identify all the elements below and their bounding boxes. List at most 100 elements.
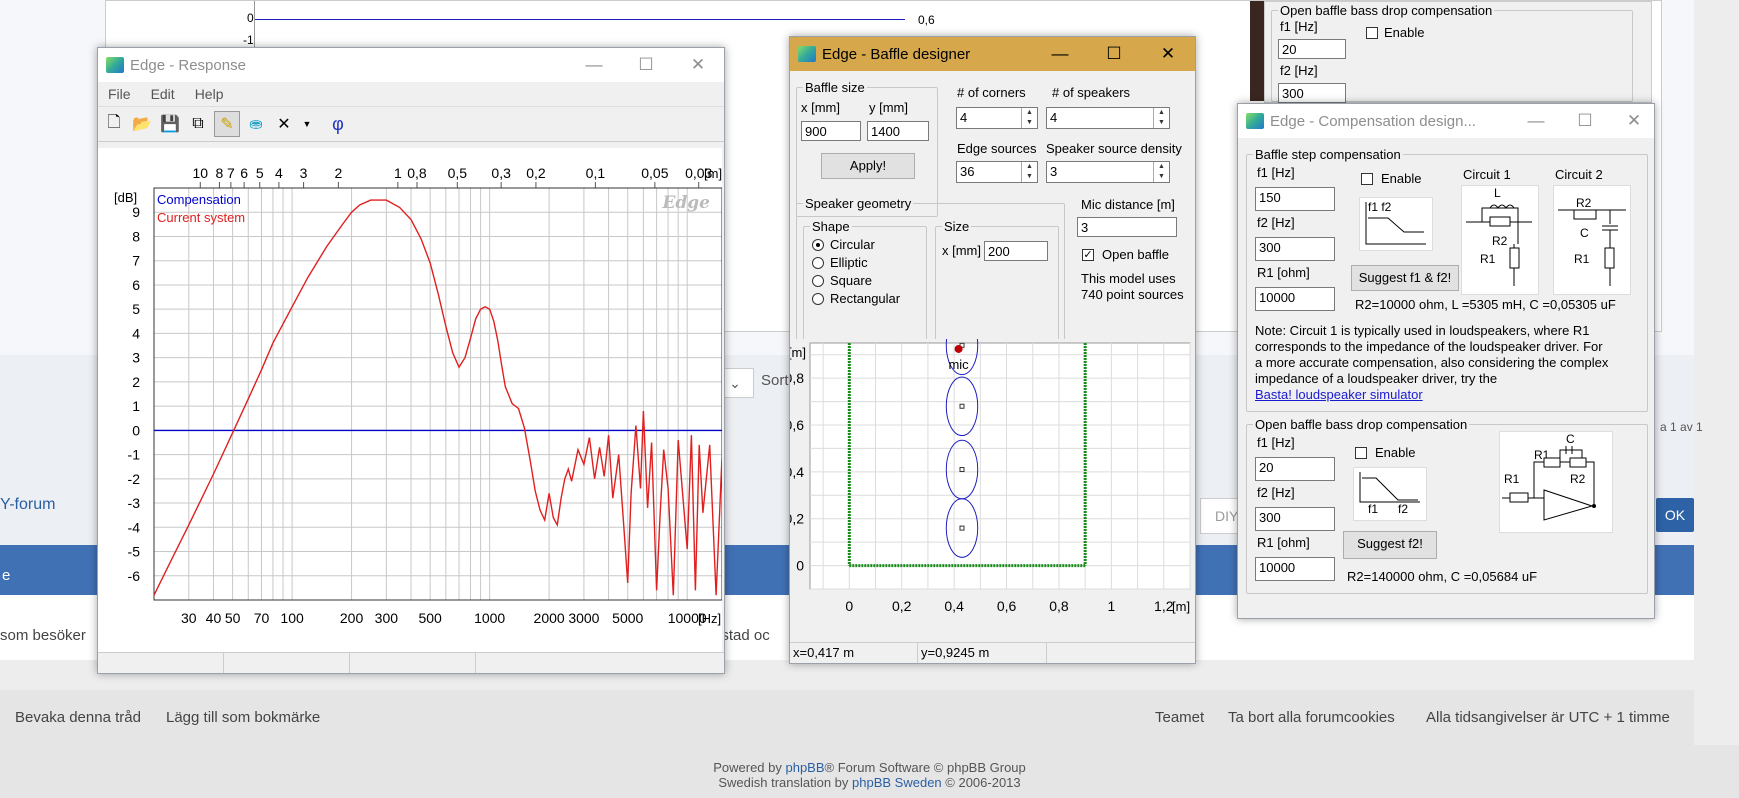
watch-thread-link[interactable]: Bevaka denna tråd [15,709,141,726]
mic-distance-input[interactable]: 3 [1077,217,1177,237]
shape-elliptic-radio[interactable] [812,257,824,269]
x-tick-label: 200 [340,610,364,626]
speaker-size-input[interactable]: 200 [984,241,1048,261]
open-baffle-checkbox[interactable]: ✓ [1082,249,1094,261]
maximize-icon[interactable]: ☐ [1087,44,1141,64]
y-tick-label: -2 [128,471,141,487]
top-unit-label: [m] [704,166,722,181]
suggest-f2-button[interactable]: Suggest f2! [1343,531,1437,559]
baffle-step-group: Baffle step compensation f1 [Hz] 150 f2 … [1246,147,1648,412]
response-menubar: File Edit Help [98,82,724,107]
x-tick-label: 0,4 [944,598,964,614]
density-stepper[interactable]: 3 ▲ ▼ [1046,161,1170,183]
top-tick-label: 0,05 [641,165,668,181]
baffle-plot-area [809,342,1191,590]
translation-line: Swedish translation by phpBB Sweden © 20… [718,775,1021,790]
minimize-icon[interactable]: — [568,55,620,75]
maximize-icon[interactable]: ☐ [1556,111,1614,131]
x-tick-label: 0,2 [892,598,912,614]
x-tick-label: 30 [181,610,197,626]
drop-f2-input[interactable]: 300 [1255,507,1335,531]
minimize-icon[interactable]: — [1033,44,1087,64]
y-tick-label: 9 [132,204,140,220]
new-file-icon[interactable]: 🗋 [102,112,126,136]
status-y: y=0,9245 m [918,643,1047,663]
response-statusbar [98,652,724,673]
menu-edit[interactable]: Edit [151,86,175,102]
step-f2-input[interactable]: 300 [1255,237,1335,261]
team-link[interactable]: Teamet [1155,709,1204,726]
drop-r1-input[interactable]: 10000 [1255,557,1335,581]
open-folder-icon[interactable]: 📂 [130,112,154,136]
baffle-layout-chart[interactable]: 0 0,2 0,4 0,6 0,8 1 1,2 0 0,2 0,4 0,6 0,8 [m] [m] mic [790,339,1193,639]
save-icon[interactable]: 💾 [158,112,182,136]
apply-button[interactable]: Apply! [821,153,915,179]
y-tick-label: -3 [128,495,141,511]
top-tick-label: 7 [227,165,235,181]
shape-square-radio[interactable] [812,275,824,287]
y-axis-unit: [m] [790,345,806,360]
app-icon [1246,113,1264,129]
baffle-title: Edge - Baffle designer [822,45,971,63]
background-blue-line [255,19,905,20]
baffle-y-input[interactable]: 1400 [867,121,929,141]
app-icon [798,46,816,62]
x-axis-unit: [m] [1172,599,1190,614]
forum-diy-link[interactable]: Y-forum [0,496,55,514]
ok-button[interactable]: OK [1656,498,1694,532]
chevron-down-icon[interactable]: ▼ [300,112,314,136]
baffle-titlebar[interactable]: Edge - Baffle designer — ☐ ✕ [790,37,1195,71]
corners-stepper[interactable]: 4 ▲ ▼ [956,107,1038,129]
delete-cookies-link[interactable]: Ta bort alla forumcookies [1228,709,1395,726]
background-bass-drop-group: Open baffle bass drop compensation f1 [H… [1271,3,1633,103]
menu-file[interactable]: File [108,86,131,102]
close-icon[interactable]: ✕ [672,55,724,75]
bass-drop-group: Open baffle bass drop compensation f1 [H… [1246,417,1648,594]
close-icon[interactable]: ✕ [1141,44,1195,64]
shape-circular-radio[interactable] [812,239,824,251]
step-r1-input[interactable]: 10000 [1255,287,1335,311]
edge-sources-stepper[interactable]: 36 ▲ ▼ [956,161,1038,183]
forum-visitors-text: som besöker [0,627,86,644]
y-tick-label: 7 [132,253,140,269]
maximize-icon[interactable]: ☐ [620,55,672,75]
drop-enable-checkbox[interactable] [1355,447,1367,459]
y-tick-label: 2 [132,374,140,390]
legend-entry: Compensation [157,192,241,207]
y-tick-label: 4 [132,325,140,341]
drop-f1-input[interactable]: 20 [1255,457,1335,481]
minimize-icon[interactable]: — [1516,111,1556,131]
compensation-title: Edge - Compensation design... [1270,112,1476,130]
y-tick-label: 0,8 [790,370,804,386]
menu-help[interactable]: Help [195,86,224,102]
delete-icon[interactable]: ✕ [272,112,296,136]
bookmark-link[interactable]: Lägg till som bokmärke [166,709,320,726]
compensation-titlebar[interactable]: Edge - Compensation design... — ☐ ✕ [1238,104,1654,138]
copy-icon[interactable]: ⧉ [186,112,210,136]
phpbb-link[interactable]: phpBB [785,760,824,775]
baffle-statusbar: x=0,417 m y=0,9245 m [790,642,1195,663]
baffle-x-input[interactable]: 900 [801,121,861,141]
phase-button[interactable]: φ [326,112,350,136]
x-tick-label: 5000 [612,610,643,626]
y-tick-label: 6 [132,277,140,293]
response-titlebar[interactable]: Edge - Response — ☐ ✕ [98,48,724,82]
top-tick-label: 1 [394,165,402,181]
suggest-f1-f2-button[interactable]: Suggest f1 & f2! [1351,265,1459,291]
sort-label: Sort [761,372,789,389]
size-group: Size x [mm] 200 [935,219,1059,348]
top-tick-label: 0,5 [448,165,468,181]
step-enable-checkbox[interactable] [1361,173,1373,185]
close-icon[interactable]: ✕ [1614,111,1654,131]
speakers-stepper[interactable]: 4 ▲ ▼ [1046,107,1170,129]
basta-simulator-link[interactable]: Basta! loudspeaker simulator [1255,387,1423,402]
speaker-tool-icon[interactable]: ⛂ [244,112,268,136]
phpbb-sweden-link[interactable]: phpBB Sweden [852,775,942,790]
y-tick-label: -6 [128,568,141,584]
draw-tool-icon[interactable]: ✎ [214,111,240,137]
step-f1-input[interactable]: 150 [1255,187,1335,211]
shape-rectangular-radio[interactable] [812,293,824,305]
response-chart: 10 8 7 6 5 4 3 2 1 0,8 0,5 0,3 0,2 0,1 0,05 0,03[m]9876… [98,148,722,652]
background-compensation-window: Open baffle bass drop compensation f1 [H… [1264,1,1652,103]
drop-filter-curve-icon: f1 f2 [1353,467,1427,521]
